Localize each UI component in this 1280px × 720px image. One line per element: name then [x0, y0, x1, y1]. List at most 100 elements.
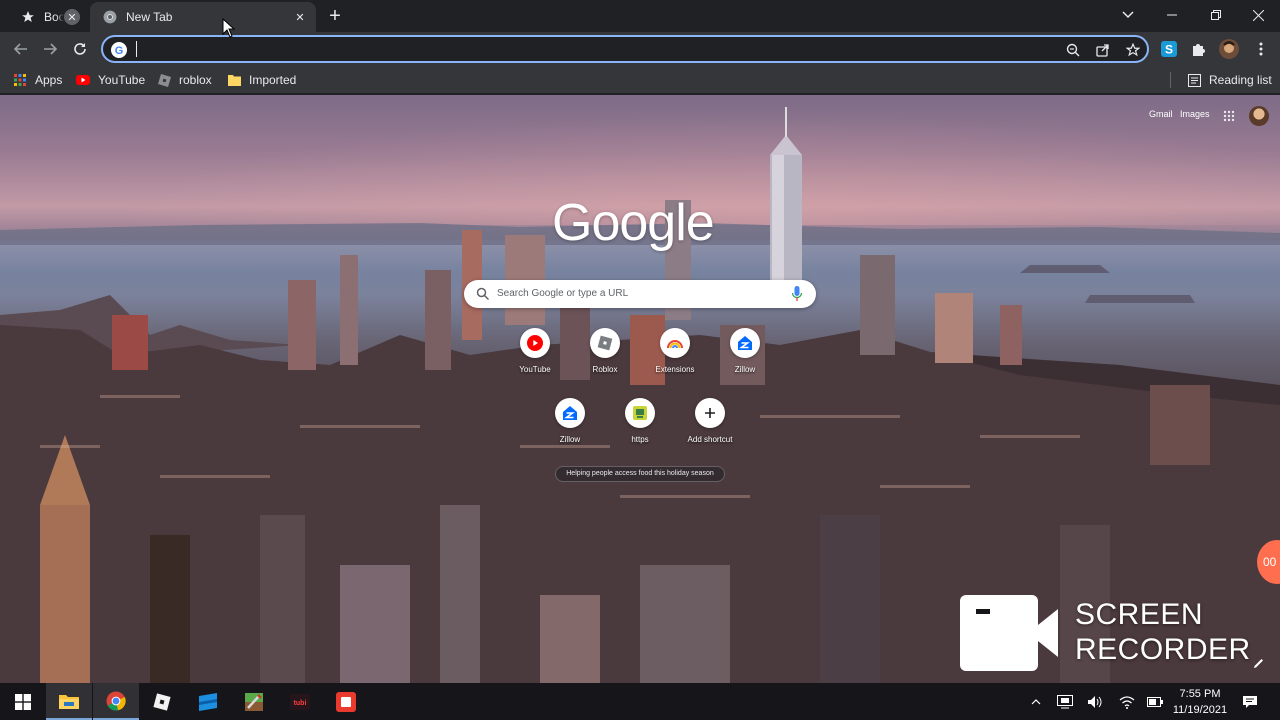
tray-device-icon[interactable]	[1055, 692, 1075, 712]
taskbar-file-explorer[interactable]	[46, 683, 92, 720]
wifi-icon[interactable]	[1117, 692, 1137, 712]
window-close-button[interactable]	[1236, 0, 1280, 30]
tubi-icon: tubi	[290, 693, 310, 710]
tab-strip: Boo ✕ New Tab ✕ +	[0, 0, 1280, 32]
reload-button[interactable]	[67, 36, 93, 62]
taskbar-clock[interactable]: 7:55 PM 11/19/2021	[1170, 686, 1230, 718]
search-icon	[476, 287, 490, 301]
show-hidden-icons-chevron[interactable]	[1026, 692, 1046, 712]
google-search-box[interactable]: Search Google or type a URL	[464, 280, 816, 308]
plus-icon	[695, 398, 725, 428]
taskbar-screen-recorder[interactable]	[323, 683, 369, 720]
share-icon[interactable]	[1094, 41, 1112, 59]
minecraft-icon	[245, 692, 263, 711]
reading-list-icon	[1187, 73, 1201, 87]
bookmark-roblox[interactable]: roblox	[157, 71, 212, 89]
shortcut-youtube[interactable]: YouTube	[503, 326, 567, 390]
kebab-menu-icon[interactable]	[1250, 38, 1272, 60]
bookmark-imported-folder[interactable]: Imported	[227, 71, 296, 89]
address-input[interactable]	[135, 39, 1035, 59]
google-account-avatar[interactable]	[1249, 106, 1269, 126]
microsoft-store-icon	[199, 692, 217, 711]
clock-time: 7:55 PM	[1179, 688, 1221, 700]
taskbar-microsoft-store[interactable]	[185, 683, 231, 720]
roblox-icon	[153, 692, 171, 711]
shortcut-label: Extensions	[655, 365, 695, 374]
bookmark-apps[interactable]: Apps	[13, 71, 62, 89]
new-tab-button[interactable]: +	[325, 5, 345, 27]
gmail-link[interactable]: Gmail	[1149, 109, 1173, 119]
promo-message[interactable]: Helping people access food this holiday …	[555, 466, 725, 482]
new-tab-page: Gmail Images Google Search Google or typ…	[0, 95, 1280, 683]
zillow-icon	[555, 398, 585, 428]
extensions-puzzle-icon[interactable]	[1188, 38, 1210, 60]
star-icon	[20, 9, 36, 25]
roblox-icon	[590, 328, 620, 358]
watermark-line-2: RECORDER	[1075, 633, 1251, 666]
reading-list-button[interactable]: Reading list	[1187, 71, 1272, 89]
search-placeholder: Search Google or type a URL	[497, 288, 629, 299]
zoom-icon[interactable]	[1064, 41, 1082, 59]
back-button[interactable]	[8, 36, 34, 62]
tab-close-icon[interactable]: ✕	[64, 9, 80, 25]
tab-search-button[interactable]	[1106, 0, 1150, 30]
file-explorer-icon	[59, 694, 79, 709]
notifications-icon[interactable]	[1240, 692, 1260, 712]
bookmark-label: Imported	[249, 73, 297, 87]
bookmarks-divider	[1170, 72, 1171, 88]
taskbar-chrome[interactable]	[93, 683, 139, 720]
roblox-icon	[157, 73, 171, 87]
minimize-button[interactable]	[1150, 0, 1194, 30]
tab-close-icon[interactable]: ✕	[292, 9, 308, 25]
microphone-icon[interactable]	[791, 286, 803, 302]
customize-pencil-icon[interactable]	[1253, 657, 1265, 669]
shortcut-zillow[interactable]: Zillow	[713, 326, 777, 390]
restore-button[interactable]	[1194, 0, 1238, 30]
windows-logo-icon	[15, 693, 31, 710]
svg-text:S: S	[1165, 43, 1173, 57]
profile-avatar[interactable]	[1218, 38, 1240, 60]
images-link[interactable]: Images	[1180, 109, 1210, 119]
google-g-icon: G	[111, 42, 127, 58]
shortcut-label: YouTube	[519, 365, 551, 374]
bookmarks-bar: Apps YouTube roblox Imported Reading lis…	[0, 66, 1280, 94]
chevron-down-icon	[1122, 11, 1134, 19]
youtube-icon	[520, 328, 550, 358]
folder-icon	[227, 73, 241, 87]
windows-taskbar: tubi 7:55 PM 11/19/2021	[0, 683, 1280, 720]
google-apps-grid-icon[interactable]	[1223, 110, 1235, 122]
taskbar-minecraft[interactable]	[231, 683, 277, 720]
taskbar-tubi[interactable]: tubi	[277, 683, 323, 720]
chrome-icon	[106, 691, 126, 711]
address-bar[interactable]: G	[101, 35, 1149, 63]
tab-bookmark[interactable]: Boo ✕	[8, 2, 88, 32]
skype-extension-icon[interactable]: S	[1158, 38, 1180, 60]
taskbar-roblox[interactable]	[139, 683, 185, 720]
shortcut-label: https	[631, 435, 649, 444]
city-skyline-background	[0, 107, 1280, 683]
shortcut-zillow-2[interactable]: Zillow	[538, 396, 602, 460]
shortcut-extensions[interactable]: Extensions	[643, 326, 707, 390]
browser-toolbar: G S	[0, 32, 1280, 66]
extensions-rainbow-icon	[660, 328, 690, 358]
tab-new-tab[interactable]: New Tab ✕	[90, 2, 316, 32]
shortcut-roblox[interactable]: Roblox	[573, 326, 637, 390]
bookmark-youtube[interactable]: YouTube	[76, 71, 145, 89]
bookmark-star-icon[interactable]	[1124, 41, 1142, 59]
google-logo: Google	[552, 194, 715, 252]
arrow-right-icon	[44, 43, 58, 55]
volume-icon[interactable]	[1085, 692, 1105, 712]
add-shortcut-button[interactable]: Add shortcut	[678, 396, 742, 460]
reload-icon	[74, 43, 86, 55]
generic-site-icon	[625, 398, 655, 428]
shortcut-https[interactable]: https	[608, 396, 672, 460]
battery-icon[interactable]	[1145, 692, 1165, 712]
start-button[interactable]	[0, 683, 46, 720]
svg-text:G: G	[115, 45, 124, 57]
chrome-icon	[102, 9, 118, 25]
text-caret	[136, 41, 137, 57]
reading-list-label: Reading list	[1209, 73, 1272, 87]
clock-date: 11/19/2021	[1172, 704, 1228, 716]
forward-button[interactable]	[37, 36, 63, 62]
bookmark-label: roblox	[179, 73, 212, 87]
